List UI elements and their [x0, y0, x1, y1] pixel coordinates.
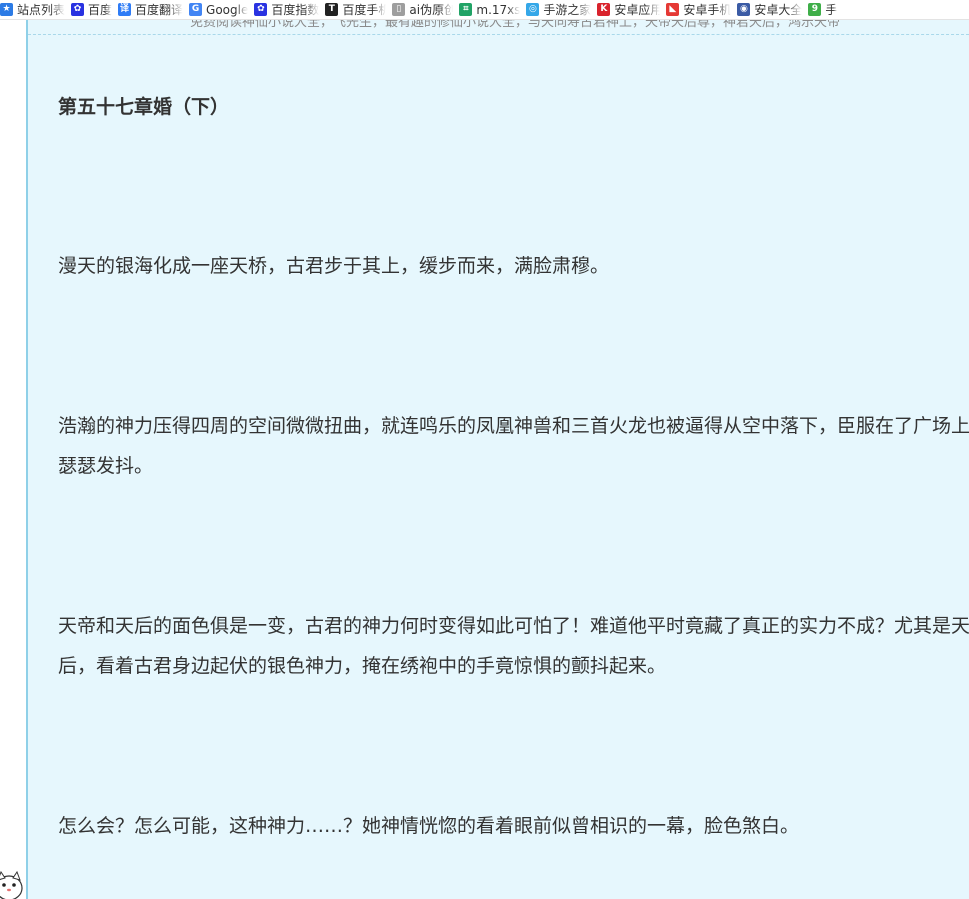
baidu-paw-icon: ✿: [71, 3, 85, 16]
bookmark-item[interactable]: ✿ 百度指数: [254, 0, 325, 19]
google-translate-icon: G: [189, 3, 203, 16]
9fud-logo-icon: 9: [808, 3, 822, 16]
clipped-line-text: 免费阅读神仙小说大全，飞先生，最有趣的修仙小说大全，与天同寿古君神上，天帝天后尊…: [190, 20, 841, 30]
document-icon: ▯: [392, 3, 406, 16]
bookmark-item[interactable]: ▯ ai伪原创: [392, 0, 459, 19]
bookmark-item[interactable]: ⌗ m.17xsj: [459, 0, 526, 19]
bookmark-label: 百度手机: [342, 3, 387, 17]
bookmark-label: 手: [825, 3, 838, 17]
globe-icon: ◉: [737, 3, 751, 16]
bookmark-item[interactable]: T 百度手机: [325, 0, 392, 19]
chapter-title: 第五十七章婚（下）: [58, 96, 230, 118]
bookmark-label: 安卓应用: [614, 3, 661, 17]
bookmark-item[interactable]: ★ 站点列表: [0, 0, 71, 19]
bookmark-item[interactable]: ◉ 安卓大全: [737, 0, 808, 19]
bookmark-item[interactable]: K 安卓应用: [597, 0, 666, 19]
crop-icon: ⌗: [459, 3, 473, 16]
bookmark-label: 安卓手机: [683, 3, 732, 17]
bookmark-item[interactable]: 译百度翻译: [118, 0, 189, 19]
bookmark-label: ai伪原创: [409, 3, 454, 17]
bookmark-item[interactable]: ◣ 安卓手机: [666, 0, 737, 19]
bookmarks-bar: ★ 站点列表 ✿ 百度译百度翻译 G Google ✿ 百度指数 T 百度手机 ▯ ai伪原创 ⌗ m.1…: [0, 0, 969, 20]
bookmark-item[interactable]: ◎ 手游之家: [526, 0, 597, 19]
left-margin: [0, 20, 26, 899]
bookmark-label: 百度翻译: [135, 3, 184, 17]
paragraph-2: 浩瀚的神力压得四周的空间微微扭曲，就连鸣乐的凤凰神兽和三首火龙也被逼得从空中落下…: [58, 415, 969, 477]
bookmark-label: 站点列表: [17, 3, 66, 17]
bookmark-item[interactable]: ✿ 百度: [71, 0, 118, 19]
baidu-paw-icon: ✿: [254, 3, 268, 16]
bookmark-item[interactable]: G Google: [189, 0, 254, 19]
clipped-top-text: 免费阅读神仙小说大全，飞先生，最有趣的修仙小说大全，与天同寿古君神上，天帝天后尊…: [28, 20, 969, 35]
k-logo-icon: K: [597, 3, 611, 16]
paragraph-4: 怎么会？怎么可能，这种神力……？她神情恍惚的看着眼前似曾相识的一幕，脸色煞白。: [58, 815, 800, 837]
android-logo-icon: ◣: [666, 3, 680, 16]
content-border-line: [26, 20, 28, 899]
bookmark-label: m.17xsj: [476, 2, 521, 17]
bookmark-label: 百度指数: [271, 3, 320, 17]
bookmark-label: 百度: [88, 3, 113, 17]
bookmark-label: Google: [206, 2, 249, 17]
star-folder-icon: ★: [0, 3, 13, 16]
bookmark-item[interactable]: 9手: [808, 0, 843, 19]
bookmark-label: 手游之家: [543, 3, 592, 17]
translate-icon: 译: [118, 3, 132, 16]
chapter-content: 第五十七章婚（下） 漫天的银海化成一座天桥，古君步于其上，缓步而来，满脸肃穆。 …: [58, 93, 969, 837]
paragraph-1: 漫天的银海化成一座天桥，古君步于其上，缓步而来，满脸肃穆。: [58, 255, 610, 277]
t-logo-icon: T: [325, 3, 339, 16]
game-swirl-icon: ◎: [526, 3, 540, 16]
bookmark-label: 安卓大全: [754, 3, 803, 17]
mascot-cat-icon[interactable]: [0, 866, 24, 899]
paragraph-3: 天帝和天后的面色俱是一变，古君的神力何时变得如此可怕了！难道他平时竟藏了真正的实…: [58, 615, 969, 677]
